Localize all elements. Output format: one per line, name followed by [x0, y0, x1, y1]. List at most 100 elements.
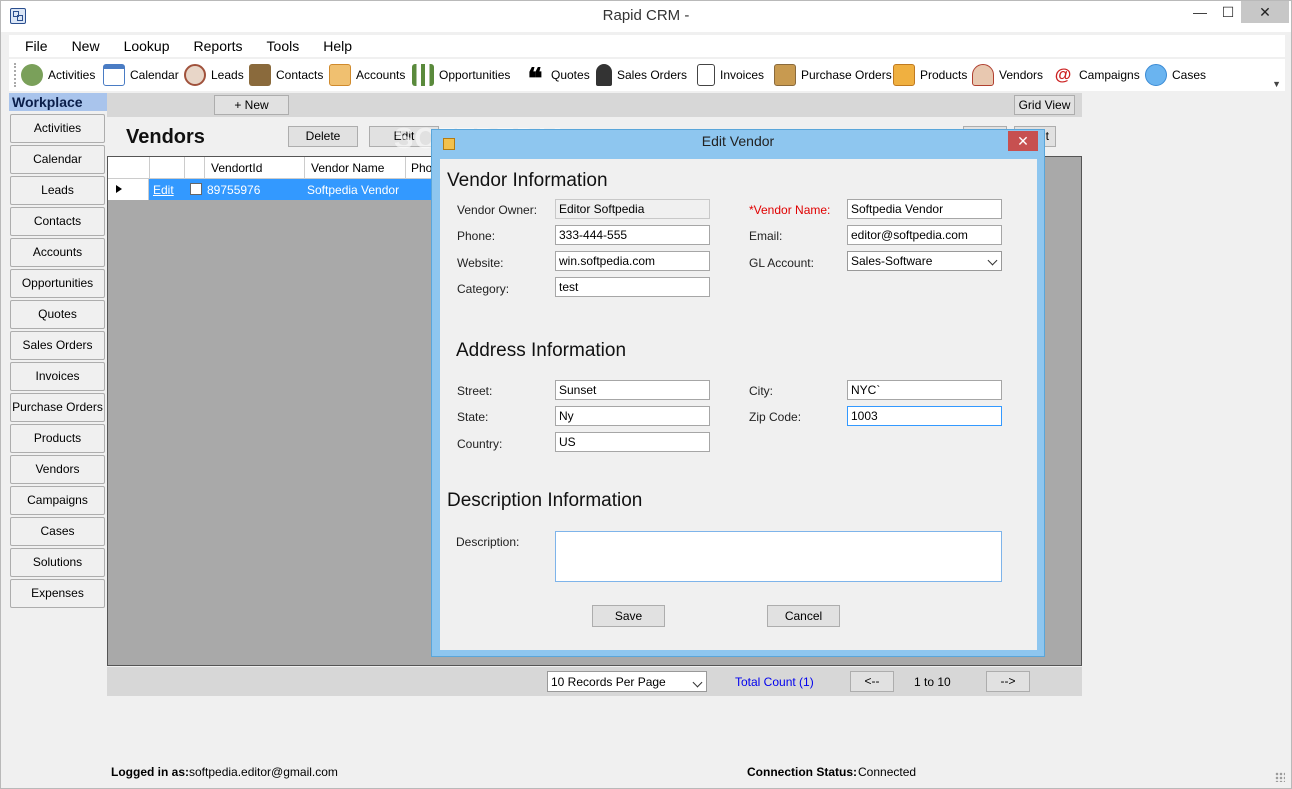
sidebar-item-purchase-orders[interactable]: Purchase Orders — [10, 393, 105, 422]
prev-page-button[interactable]: <-- — [850, 671, 894, 692]
vendor-information-heading: Vendor Information — [447, 170, 608, 191]
description-field[interactable] — [555, 531, 1002, 582]
category-field[interactable]: test — [555, 277, 710, 297]
opportunities-icon — [412, 64, 434, 86]
sidebar-item-vendors[interactable]: Vendors — [10, 455, 105, 484]
toolbar-grip[interactable] — [14, 63, 17, 87]
dialog-close-button[interactable]: ✕ — [1008, 131, 1038, 151]
toolbar-opportunities[interactable]: Opportunities — [412, 63, 510, 87]
sidebar-item-calendar[interactable]: Calendar — [10, 145, 105, 174]
cancel-button[interactable]: Cancel — [767, 605, 840, 627]
toolbar-cases[interactable]: Cases — [1145, 63, 1206, 87]
sidebar-item-quotes[interactable]: Quotes — [10, 300, 105, 329]
save-button[interactable]: Save — [592, 605, 665, 627]
city-label: City: — [749, 384, 773, 398]
gl-account-value: Sales-Software — [851, 254, 933, 268]
toolbar-invoices[interactable]: Invoices — [697, 63, 764, 87]
gl-account-label: GL Account: — [749, 256, 814, 270]
records-per-page-select[interactable]: 10 Records Per Page — [547, 671, 707, 692]
sidebar-item-solutions[interactable]: Solutions — [10, 548, 105, 577]
invoices-icon — [697, 64, 715, 86]
sidebar-item-leads[interactable]: Leads — [10, 176, 105, 205]
delete-button[interactable]: Delete — [288, 126, 358, 147]
next-page-button[interactable]: --> — [986, 671, 1030, 692]
toolbar-contacts[interactable]: Contacts — [249, 63, 323, 87]
logged-in-label: Logged in as: — [111, 765, 189, 779]
resize-grip-icon[interactable] — [1275, 772, 1285, 782]
toolbar-products[interactable]: Products — [893, 63, 967, 87]
cell-vendor-name: Softpedia Vendor — [307, 183, 400, 197]
sidebar-item-cases[interactable]: Cases — [10, 517, 105, 546]
row-edit-link[interactable]: Edit — [153, 183, 174, 197]
toolbar-sales-orders[interactable]: Sales Orders — [596, 63, 687, 87]
table-row[interactable]: Edit 89755976 Softpedia Vendor — [108, 179, 438, 200]
main-window: Rapid CRM - — ☐ ✕ File New Lookup Reports To… — [0, 0, 1292, 789]
campaigns-icon: @ — [1054, 65, 1072, 84]
menu-help[interactable]: Help — [307, 35, 360, 54]
gl-account-select[interactable]: Sales-Software — [847, 251, 1002, 271]
sidebar-item-expenses[interactable]: Expenses — [10, 579, 105, 608]
grid-header: VendortId Vendor Name Phon — [108, 157, 439, 179]
sales-orders-icon — [596, 64, 612, 86]
accounts-icon — [329, 64, 351, 86]
website-label: Website: — [457, 256, 504, 270]
toolbar-overflow-icon[interactable]: ▼ — [1272, 79, 1281, 89]
minimize-button[interactable]: — — [1185, 1, 1215, 23]
window-title: Rapid CRM - — [602, 7, 690, 24]
row-selector-icon[interactable] — [108, 179, 149, 200]
menu-bar: File New Lookup Reports Tools Help — [9, 35, 1285, 57]
toolbar-campaigns[interactable]: @ Campaigns — [1052, 63, 1140, 87]
leads-icon — [184, 64, 206, 86]
country-field[interactable]: US — [555, 432, 710, 452]
toolbar-calendar[interactable]: Calendar — [103, 63, 179, 87]
page-title: Vendors — [126, 126, 205, 148]
sidebar-item-opportunities[interactable]: Opportunities — [10, 269, 105, 298]
sidebar-item-contacts[interactable]: Contacts — [10, 207, 105, 236]
description-information-heading: Description Information — [447, 490, 643, 511]
dialog-body: Vendor Information Vendor Owner: Editor … — [440, 159, 1037, 650]
column-divider — [149, 157, 150, 179]
new-button[interactable]: + New — [214, 95, 289, 115]
column-header-vendorid[interactable]: VendortId — [211, 161, 262, 175]
title-bar: Rapid CRM - — ☐ ✕ — [1, 1, 1291, 32]
menu-reports[interactable]: Reports — [178, 35, 251, 54]
row-checkbox[interactable] — [190, 183, 202, 195]
sidebar-item-invoices[interactable]: Invoices — [10, 362, 105, 391]
zip-code-field[interactable]: 1003 — [847, 406, 1002, 426]
menu-file[interactable]: File — [9, 35, 56, 54]
menu-tools[interactable]: Tools — [251, 35, 308, 54]
sidebar-item-products[interactable]: Products — [10, 424, 105, 453]
toolbar-leads[interactable]: Leads — [184, 63, 244, 87]
maximize-button[interactable]: ☐ — [1213, 1, 1243, 23]
vendor-name-field[interactable]: Softpedia Vendor — [847, 199, 1002, 219]
toolbar-vendors[interactable]: Vendors — [972, 63, 1043, 87]
chevron-down-icon — [987, 255, 998, 266]
total-count-link[interactable]: Total Count (1) — [735, 675, 814, 689]
close-button[interactable]: ✕ — [1241, 1, 1289, 23]
sidebar-item-activities[interactable]: Activities — [10, 114, 105, 143]
phone-field[interactable]: 333-444-555 — [555, 225, 710, 245]
city-field[interactable]: NYC` — [847, 380, 1002, 400]
sidebar-item-sales-orders[interactable]: Sales Orders — [10, 331, 105, 360]
zip-code-label: Zip Code: — [749, 410, 802, 424]
menu-lookup[interactable]: Lookup — [108, 35, 178, 54]
toolbar-quotes[interactable]: ❝ Quotes — [524, 63, 589, 94]
column-divider — [204, 157, 205, 179]
description-label: Description: — [456, 535, 520, 549]
state-field[interactable]: Ny — [555, 406, 710, 426]
street-field[interactable]: Sunset — [555, 380, 710, 400]
toolbar-activities[interactable]: Activities — [21, 63, 95, 87]
vendor-owner-label: Vendor Owner: — [457, 203, 538, 217]
grid-view-button[interactable]: Grid View — [1014, 95, 1075, 115]
toolbar-accounts[interactable]: Accounts — [329, 63, 405, 87]
toolbar-purchase-orders[interactable]: Purchase Orders — [774, 63, 892, 87]
column-header-vendor-name[interactable]: Vendor Name — [311, 161, 384, 175]
calendar-icon — [103, 64, 125, 86]
email-field[interactable]: editor@softpedia.com — [847, 225, 1002, 245]
menu-new[interactable]: New — [56, 35, 108, 54]
sidebar-item-accounts[interactable]: Accounts — [10, 238, 105, 267]
website-field[interactable]: win.softpedia.com — [555, 251, 710, 271]
vendor-owner-field[interactable]: Editor Softpedia — [555, 199, 710, 219]
column-divider — [304, 157, 305, 179]
sidebar-item-campaigns[interactable]: Campaigns — [10, 486, 105, 515]
